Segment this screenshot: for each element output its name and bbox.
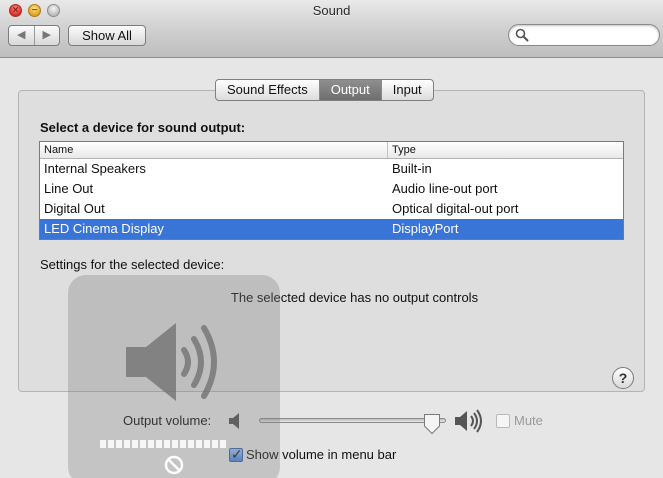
search-input[interactable]	[533, 27, 653, 43]
show-all-button[interactable]: Show All	[68, 25, 146, 46]
column-header-type[interactable]: Type	[388, 142, 623, 158]
table-body: Internal Speakers Built-in Line Out Audio l…	[40, 159, 623, 239]
volume-level-segment	[140, 440, 146, 448]
volume-level-segment	[100, 440, 106, 448]
tab-bar: Sound Effects Output Input	[215, 79, 434, 101]
speaker-high-icon	[455, 409, 482, 433]
table-row[interactable]: Line Out Audio line-out port	[40, 179, 623, 199]
volume-level-segment	[220, 440, 226, 448]
magnifier-icon	[515, 28, 529, 42]
device-type-cell: Audio line-out port	[392, 181, 498, 196]
device-name-cell: Internal Speakers	[44, 161, 146, 176]
volume-slider-knob[interactable]	[423, 413, 441, 435]
volume-level-segment	[148, 440, 154, 448]
help-button[interactable]: ?	[612, 367, 634, 389]
output-device-table[interactable]: Name Type Internal Speakers Built-in Line …	[39, 141, 624, 240]
device-type-cell: DisplayPort	[392, 221, 459, 236]
mute-label: Mute	[514, 413, 543, 428]
volume-level-segment	[108, 440, 114, 448]
volume-level-segment	[124, 440, 130, 448]
device-name-cell: Digital Out	[44, 201, 105, 216]
tab-input[interactable]: Input	[380, 80, 433, 100]
window-title: Sound	[312, 3, 351, 18]
output-section-label: Select a device for sound output:	[40, 120, 246, 135]
back-button[interactable]: ◀	[9, 26, 34, 45]
tab-output[interactable]: Output	[318, 80, 381, 100]
device-name-cell: LED Cinema Display	[44, 221, 164, 236]
window-titlebar: × − Sound ◀ ▶ Show All	[0, 0, 663, 58]
table-row[interactable]: Digital Out Optical digital-out port	[40, 199, 623, 219]
search-field[interactable]	[508, 24, 660, 46]
column-header-name[interactable]: Name	[40, 142, 388, 158]
mute-checkbox[interactable]	[496, 414, 510, 428]
volume-slider-track[interactable]	[259, 418, 446, 423]
table-row[interactable]: LED Cinema Display DisplayPort	[40, 219, 623, 239]
volume-level-segment	[180, 440, 186, 448]
volume-level-segment	[196, 440, 202, 448]
device-name-cell: Line Out	[44, 181, 94, 196]
volume-level-segment	[116, 440, 122, 448]
device-type-cell: Optical digital-out port	[392, 201, 519, 216]
volume-level-segment	[204, 440, 210, 448]
volume-level-segment	[172, 440, 178, 448]
tab-sound-effects[interactable]: Sound Effects	[216, 80, 319, 100]
volume-level-bars	[100, 440, 226, 448]
volume-level-segment	[164, 440, 170, 448]
speaker-volume-icon	[126, 323, 217, 401]
volume-hud-overlay	[68, 275, 280, 478]
device-type-cell: Built-in	[392, 161, 432, 176]
table-row[interactable]: Internal Speakers Built-in	[40, 159, 623, 179]
forward-button[interactable]: ▶	[33, 26, 60, 45]
volume-level-segment	[212, 440, 218, 448]
volume-level-segment	[188, 440, 194, 448]
volume-level-segment	[156, 440, 162, 448]
settings-label: Settings for the selected device:	[40, 257, 225, 272]
no-entry-icon	[164, 455, 184, 475]
back-forward-control: ◀ ▶	[8, 25, 60, 46]
volume-level-segment	[132, 440, 138, 448]
table-header: Name Type	[40, 142, 623, 159]
